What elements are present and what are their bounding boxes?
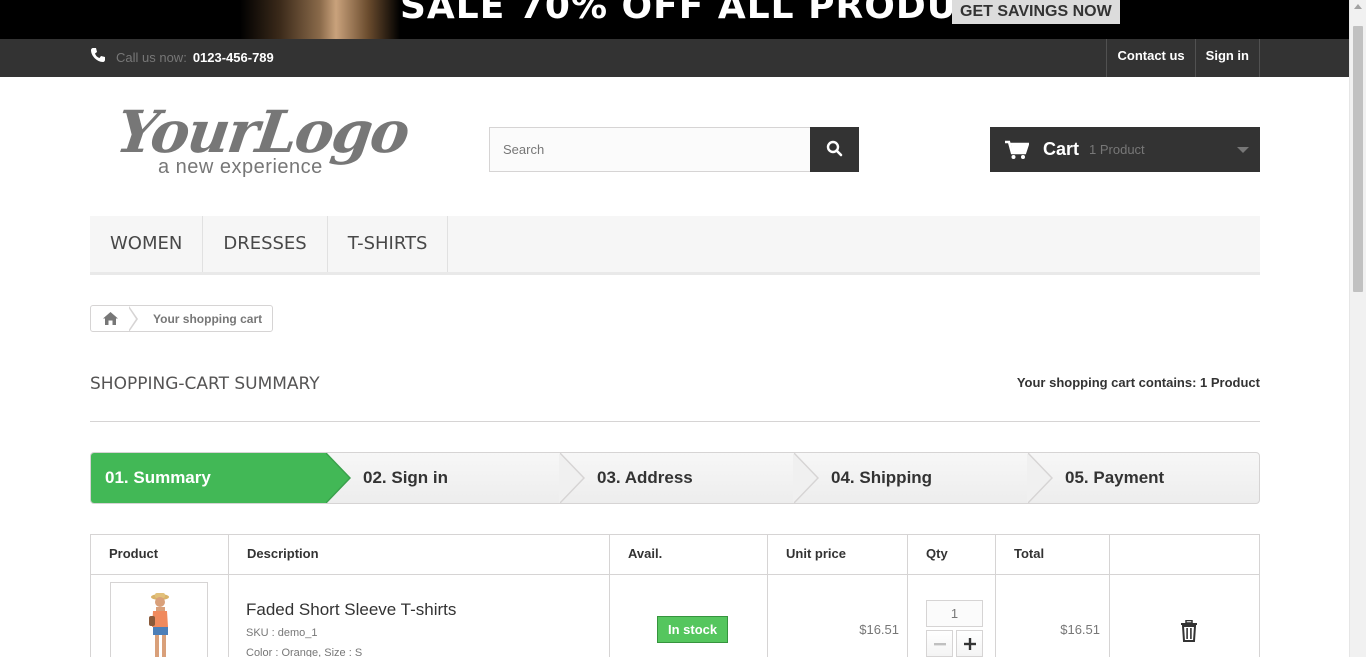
chevron-down-icon: [1237, 147, 1249, 153]
unit-price: $16.51: [859, 622, 899, 637]
column-header-unit-price: Unit price: [768, 535, 908, 574]
minus-icon: [933, 638, 946, 650]
product-name-link[interactable]: Faded Short Sleeve T-shirts: [246, 600, 456, 620]
product-cell: [91, 575, 229, 657]
phone-icon: [90, 47, 106, 68]
product-image[interactable]: [110, 582, 208, 657]
site-logo[interactable]: YourLogo a new experience: [112, 96, 412, 186]
cart-table: Product Description Avail. Unit price Qt…: [90, 534, 1260, 657]
quantity-input[interactable]: 1: [926, 600, 983, 627]
contact-us-link[interactable]: Contact us: [1106, 39, 1194, 77]
quantity-decrease-button[interactable]: [926, 630, 953, 657]
breadcrumb: Your shopping cart: [90, 305, 274, 332]
call-us: Call us now: 0123-456-789: [90, 47, 274, 68]
step-arrow: [1027, 453, 1053, 503]
banner-image: [240, 0, 400, 39]
step-payment[interactable]: 05. Payment: [1028, 453, 1259, 503]
scrollbar-thumb[interactable]: [1353, 26, 1363, 292]
column-header-actions: [1110, 535, 1259, 574]
status-badge: In stock: [657, 616, 729, 643]
menu-item-dresses[interactable]: DRESSES: [203, 216, 328, 272]
trash-icon[interactable]: [1179, 619, 1199, 647]
top-links: Contact us Sign in: [1106, 39, 1260, 77]
top-nav: Call us now: 0123-456-789 Contact us Sig…: [0, 39, 1349, 77]
step-sign-in[interactable]: 02. Sign in: [326, 453, 585, 503]
table-row: Faded Short Sleeve T-shirts SKU : demo_1…: [91, 575, 1259, 657]
cart-label: Cart: [1043, 139, 1080, 159]
total-cell: $16.51: [996, 575, 1110, 657]
step-label: 05. Payment: [1065, 468, 1165, 487]
cart-dropdown[interactable]: Cart 1 Product: [990, 127, 1260, 172]
actions-cell: [1110, 575, 1259, 657]
promo-banner[interactable]: SALE 70% OFF ALL PRODUCTS GET SAVINGS NO…: [0, 0, 1349, 39]
cart-icon: [1005, 140, 1029, 160]
table-header: Product Description Avail. Unit price Qt…: [91, 535, 1259, 575]
scroll-up-icon[interactable]: [1354, 4, 1362, 9]
search-input[interactable]: [489, 127, 810, 172]
step-label: 03. Address: [597, 468, 693, 487]
menu-item-women[interactable]: WOMEN: [90, 216, 204, 272]
banner-headline: SALE 70% OFF ALL PRODUCTS: [400, 0, 1037, 27]
vertical-scrollbar[interactable]: [1349, 0, 1366, 657]
main-menu: WOMEN DRESSES T-SHIRTS: [90, 216, 1260, 275]
plus-icon: [963, 637, 976, 650]
step-summary[interactable]: 01. Summary: [91, 453, 351, 503]
phone-number: 0123-456-789: [192, 50, 274, 65]
step-label: 01. Summary: [105, 468, 211, 487]
logo-tagline: a new experience: [158, 156, 323, 178]
search-icon: [826, 140, 843, 160]
step-arrow: [325, 453, 351, 503]
page: SALE 70% OFF ALL PRODUCTS GET SAVINGS NO…: [0, 0, 1366, 657]
quantity-increase-button[interactable]: [956, 630, 983, 657]
menu-item-tshirts[interactable]: T-SHIRTS: [328, 216, 449, 272]
cart-contains-summary: Your shopping cart contains: 1 Product: [1016, 375, 1260, 390]
product-attributes-link[interactable]: Color : Orange, Size : S: [246, 647, 362, 657]
cart-count: 1 Product: [1089, 142, 1145, 157]
home-icon: [102, 312, 118, 325]
unit-price-cell: $16.51: [768, 575, 908, 657]
availability-cell: In stock: [610, 575, 768, 657]
line-total: $16.51: [1060, 622, 1100, 637]
breadcrumb-home[interactable]: [91, 306, 129, 331]
page-heading: SHOPPING-CART SUMMARY Your shopping cart…: [90, 374, 1260, 422]
breadcrumb-separator: [128, 305, 138, 332]
column-header-product: Product: [91, 535, 229, 574]
step-address[interactable]: 03. Address: [560, 453, 819, 503]
page-title: SHOPPING-CART SUMMARY: [90, 374, 320, 394]
banner-cta-button[interactable]: GET SAVINGS NOW: [952, 0, 1120, 24]
step-label: 02. Sign in: [363, 468, 449, 487]
step-shipping[interactable]: 04. Shipping: [794, 453, 1053, 503]
sign-in-link[interactable]: Sign in: [1194, 39, 1260, 77]
column-header-availability: Avail.: [610, 535, 768, 574]
step-label: 04. Shipping: [831, 468, 933, 487]
search-bar: [489, 127, 859, 172]
call-us-label: Call us now:: [116, 50, 187, 65]
step-arrow: [793, 453, 819, 503]
qty-cell: 1: [908, 575, 996, 657]
step-arrow: [559, 453, 585, 503]
column-header-qty: Qty: [908, 535, 996, 574]
column-header-description: Description: [229, 535, 610, 574]
description-cell: Faded Short Sleeve T-shirts SKU : demo_1…: [229, 575, 610, 657]
search-button[interactable]: [810, 127, 859, 172]
product-sku: SKU : demo_1: [246, 627, 318, 639]
checkout-steps: 01. Summary 02. Sign in 03. Address 04. …: [90, 452, 1260, 504]
breadcrumb-current: Your shopping cart: [153, 311, 263, 326]
column-header-total: Total: [996, 535, 1110, 574]
